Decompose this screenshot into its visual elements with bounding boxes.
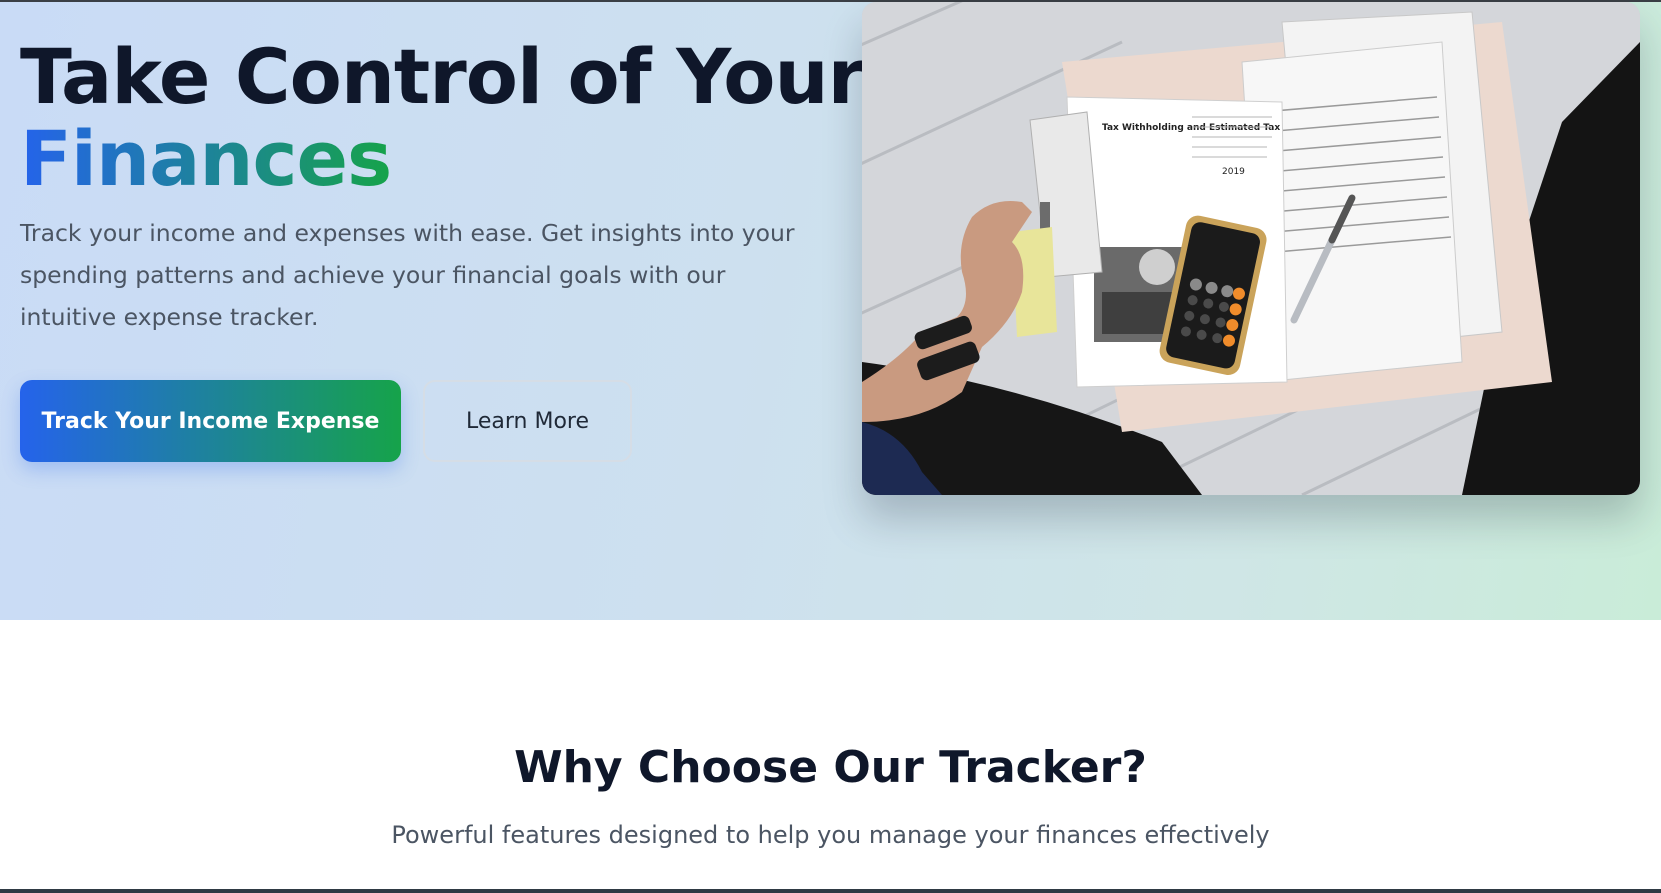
hero-description: Track your income and expenses with ease…: [20, 219, 795, 331]
features-subtitle: Powerful features designed to help you m…: [391, 821, 1270, 849]
track-income-expense-button[interactable]: Track Your Income Expense: [20, 380, 401, 462]
form-title: Tax Withholding and Estimated Tax: [1102, 123, 1280, 133]
hero-image: Tax Withholding and Estimated Tax 2019: [862, 2, 1640, 495]
hero-title-line1: Take Control of Your: [20, 32, 865, 121]
learn-more-button[interactable]: Learn More: [423, 380, 632, 462]
features-title: Why Choose Our Tracker?: [514, 742, 1147, 793]
window-bottom-border: [0, 889, 1661, 893]
form-year: 2019: [1222, 167, 1245, 177]
hero-title: Take Control of Your Finances: [20, 36, 865, 203]
hero-title-highlight: Finances: [20, 114, 392, 203]
tax-documents-photo: Tax Withholding and Estimated Tax 2019: [862, 2, 1640, 495]
